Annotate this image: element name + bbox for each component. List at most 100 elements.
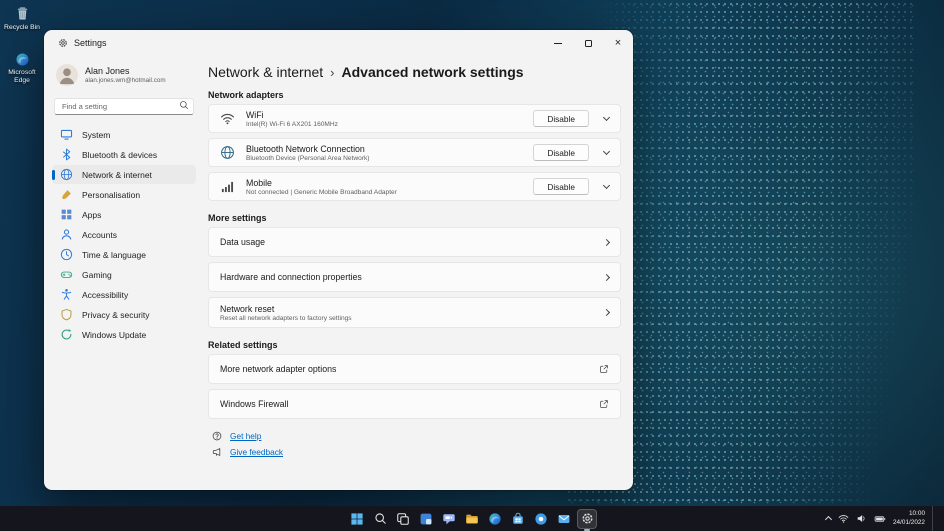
give-feedback-link[interactable]: Give feedback (212, 447, 621, 457)
wifi-icon (220, 111, 235, 126)
sidebar-item-privacy-security[interactable]: Privacy & security (52, 305, 196, 324)
adapter-title: Bluetooth Network Connection (246, 143, 365, 154)
taskbar-task-view-button[interactable] (393, 509, 413, 529)
chevron-down-icon[interactable] (602, 113, 611, 122)
breadcrumb-separator-icon: › (330, 64, 335, 80)
search-icon (179, 100, 189, 110)
tray-battery-icon[interactable] (874, 513, 886, 525)
taskbar-start-button[interactable] (347, 509, 367, 529)
taskbar-settings-button[interactable] (577, 508, 597, 529)
sidebar-item-network-internet[interactable]: Network & internet (52, 165, 196, 184)
section-heading-more-settings: More settings (208, 213, 267, 223)
page-title: Advanced network settings (341, 64, 524, 80)
sidebar-item-label: Network & internet (82, 169, 152, 180)
settings-content: Network & internet › Advanced network se… (202, 56, 633, 490)
sidebar-item-apps[interactable]: Apps (52, 205, 196, 224)
settings-gear-icon (581, 512, 594, 525)
maximize-icon (584, 39, 592, 47)
tray-clock[interactable]: 10:00 24/01/2022 (893, 510, 925, 527)
tray-chevron-up-icon[interactable] (824, 515, 833, 524)
disable-button[interactable]: Disable (533, 110, 589, 127)
taskbar-edge-button[interactable] (485, 509, 505, 529)
taskbar-mail-button[interactable] (554, 509, 574, 529)
tray-wifi-icon[interactable] (838, 513, 849, 524)
section-heading-network-adapters: Network adapters (208, 90, 284, 100)
personalisation-brush-icon (60, 188, 73, 201)
show-desktop-button[interactable] (932, 506, 936, 531)
close-button[interactable]: × (603, 30, 633, 56)
row-label: Hardware and connection properties (220, 272, 362, 282)
clock-icon (60, 248, 73, 261)
sidebar-item-label: Accounts (82, 229, 117, 240)
sidebar-item-time-language[interactable]: Time & language (52, 245, 196, 264)
settings-window: Settings × Alan Jones alan.jones.wm@hotm… (44, 30, 633, 490)
minimize-button[interactable] (543, 30, 573, 56)
tray-volume-icon[interactable] (856, 513, 867, 524)
section-heading-related-settings: Related settings (208, 340, 278, 350)
desktop-root: { "desktop": { "icons": [ { "label": "Re… (0, 0, 944, 531)
adapter-title: Mobile (246, 177, 272, 188)
disable-button[interactable]: Disable (533, 178, 589, 195)
taskbar: 10:00 24/01/2022 (0, 506, 944, 531)
accessibility-icon (60, 288, 73, 301)
maximize-button[interactable] (573, 30, 603, 56)
search-input[interactable] (54, 98, 194, 115)
desktop-icon-microsoft-edge[interactable]: Microsoft Edge (1, 52, 43, 85)
task-view-icon (396, 512, 410, 526)
taskbar-photos-button[interactable] (531, 509, 551, 529)
link-label: Get help (230, 431, 262, 441)
row-more-network-adapter-options[interactable]: More network adapter options (208, 354, 621, 384)
settings-gear-icon (58, 38, 68, 48)
row-windows-firewall[interactable]: Windows Firewall (208, 389, 621, 419)
close-icon: × (614, 36, 622, 49)
sidebar-item-label: System (82, 129, 111, 140)
chevron-down-icon[interactable] (602, 181, 611, 190)
row-label: More network adapter options (220, 364, 337, 374)
row-hardware-connection-properties[interactable]: Hardware and connection properties (208, 262, 621, 292)
disable-button[interactable]: Disable (533, 144, 589, 161)
desktop-icon-recycle-bin[interactable]: Recycle Bin (1, 5, 43, 32)
taskbar-chat-button[interactable] (439, 509, 459, 529)
profile-name: Alan Jones (85, 66, 130, 76)
sidebar-item-system[interactable]: System (52, 125, 196, 144)
system-tray: 10:00 24/01/2022 (824, 506, 944, 531)
chevron-right-icon (602, 238, 611, 246)
row-label: Network reset (220, 303, 275, 314)
row-network-reset[interactable]: Network reset Reset all network adapters… (208, 297, 621, 328)
get-help-link[interactable]: Get help (212, 431, 621, 441)
avatar (56, 64, 78, 86)
sidebar-item-accounts[interactable]: Accounts (52, 225, 196, 244)
breadcrumb-parent[interactable]: Network & internet (208, 64, 323, 80)
help-icon (212, 431, 222, 441)
search-icon (374, 512, 387, 525)
photos-icon (534, 512, 548, 526)
adapter-subtitle: Not connected | Generic Mobile Broadband… (246, 188, 397, 196)
adapter-title: WiFi (246, 109, 264, 120)
start-icon (350, 512, 364, 526)
widgets-icon (419, 512, 433, 526)
chevron-down-icon[interactable] (602, 147, 611, 156)
sidebar-item-label: Gaming (82, 269, 112, 280)
row-data-usage[interactable]: Data usage (208, 227, 621, 257)
titlebar[interactable]: Settings × (44, 30, 633, 56)
adapter-row-bluetooth: Bluetooth Network Connection Bluetooth D… (208, 138, 621, 167)
chevron-right-icon (602, 308, 611, 317)
taskbar-widgets-button[interactable] (416, 509, 436, 529)
network-globe-icon (60, 168, 73, 181)
sidebar-item-accessibility[interactable]: Accessibility (52, 285, 196, 304)
feedback-icon (212, 447, 222, 457)
taskbar-file-explorer-button[interactable] (462, 509, 482, 529)
update-icon (60, 328, 73, 341)
adapter-row-mobile: Mobile Not connected | Generic Mobile Br… (208, 172, 621, 201)
sidebar-nav: System Bluetooth & devices Network & int… (52, 125, 196, 344)
link-label: Give feedback (230, 447, 284, 457)
profile-email: alan.jones.wm@hotmail.com (85, 77, 166, 84)
accounts-person-icon (60, 228, 73, 241)
sidebar-item-gaming[interactable]: Gaming (52, 265, 196, 284)
taskbar-search-button[interactable] (370, 509, 390, 529)
taskbar-microsoft-store-button[interactable] (508, 509, 528, 529)
sidebar-item-bluetooth-devices[interactable]: Bluetooth & devices (52, 145, 196, 164)
sidebar-item-personalisation[interactable]: Personalisation (52, 185, 196, 204)
tray-date: 24/01/2022 (893, 518, 925, 526)
sidebar-item-windows-update[interactable]: Windows Update (52, 325, 196, 344)
